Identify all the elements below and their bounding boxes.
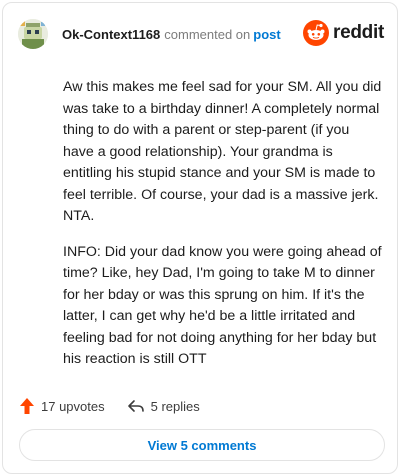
reply-arrow-icon	[127, 400, 144, 412]
reddit-logo[interactable]: reddit	[303, 19, 384, 47]
username-link[interactable]: Ok-Context1168	[62, 27, 160, 42]
replies-count: 5 replies	[150, 398, 200, 414]
reddit-alien-icon	[303, 20, 330, 46]
post-link[interactable]: post	[253, 27, 280, 42]
comment-meta: Ok-Context1168 commented on post	[62, 27, 281, 42]
avatar[interactable]	[18, 19, 48, 49]
replies-button[interactable]: 5 replies	[127, 398, 200, 414]
upvote-count: 17 upvotes	[41, 398, 105, 414]
comment-actions: 17 upvotes 5 replies	[19, 395, 200, 417]
comment-header: Ok-Context1168 commented on post reddit	[18, 19, 384, 53]
comment-paragraph: INFO: Did your dad know you were going a…	[63, 243, 382, 368]
comment-body: Aw this makes me feel sad for your SM. A…	[63, 77, 383, 385]
comment-card: Ok-Context1168 commented on post reddit Aw…	[2, 2, 398, 474]
commented-on-text: commented on	[164, 27, 251, 42]
reddit-wordmark: reddit	[333, 22, 384, 43]
avatar-image	[18, 19, 48, 49]
upvote-arrow-icon	[20, 398, 34, 414]
view-comments-button[interactable]: View 5 comments	[19, 429, 385, 461]
comment-paragraph: Aw this makes me feel sad for your SM. A…	[63, 79, 382, 224]
upvote-button[interactable]: 17 upvotes	[19, 397, 105, 415]
